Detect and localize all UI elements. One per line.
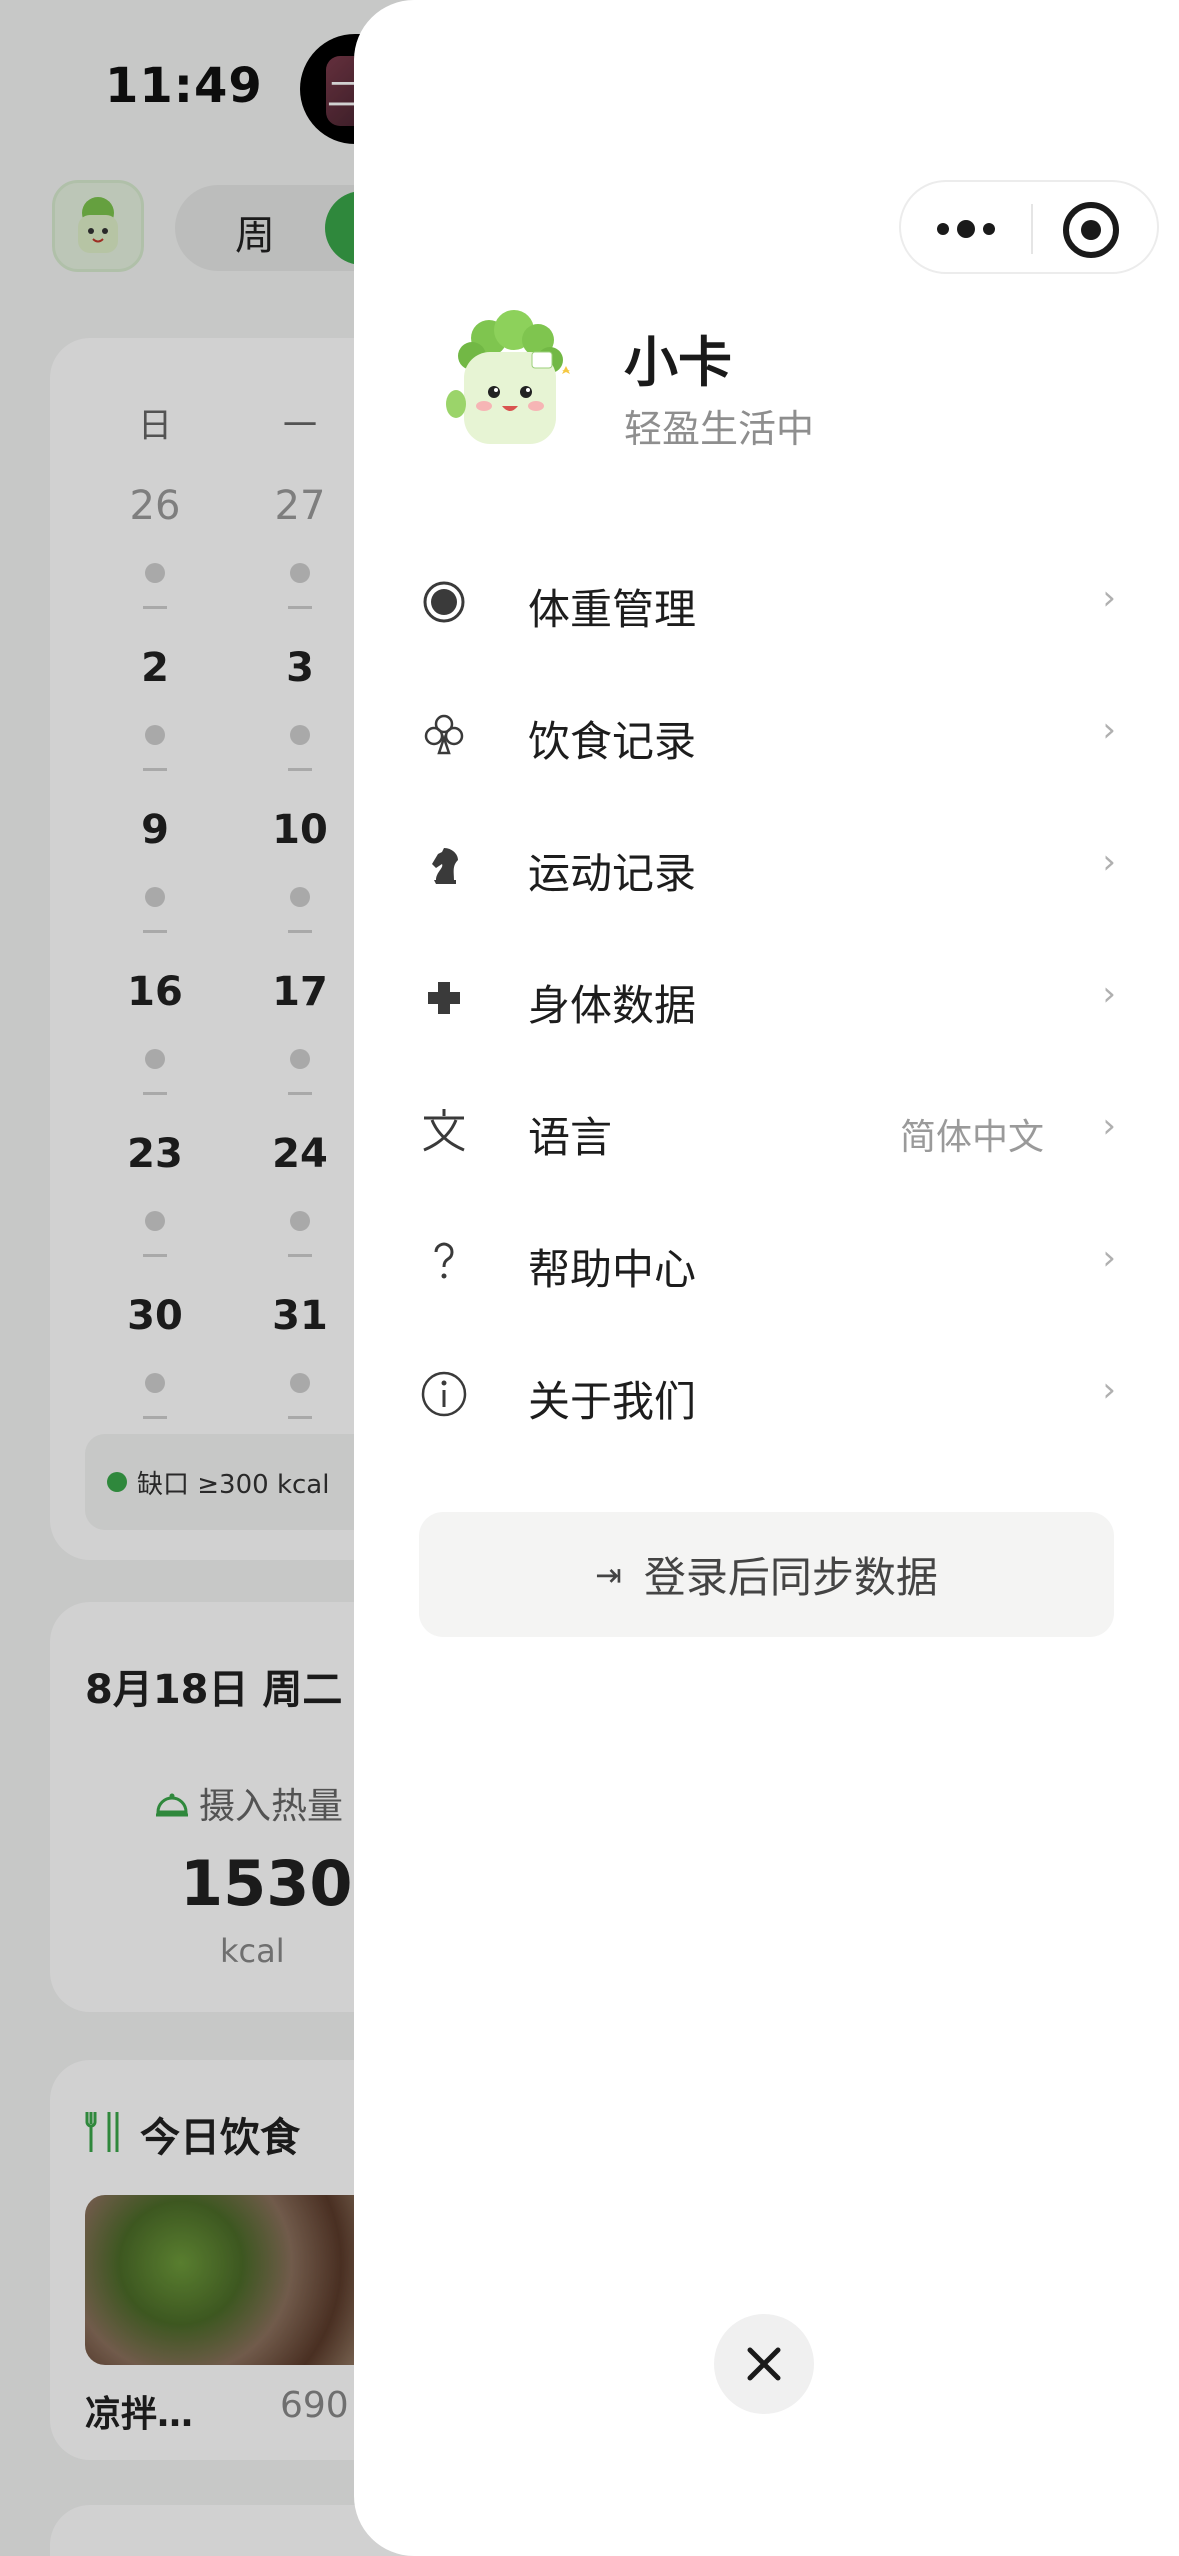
login-sync-label: 登录后同步数据 xyxy=(643,1553,938,1602)
capsule-divider xyxy=(1031,204,1033,254)
login-sync-button[interactable]: ⇥ 登录后同步数据 xyxy=(419,1512,1114,1637)
close-drawer-button[interactable] xyxy=(714,2314,814,2414)
chevron-right-icon: › xyxy=(1102,578,1116,618)
menu-item-label: 运动记录 xyxy=(528,849,697,898)
info-icon xyxy=(414,1364,474,1424)
mini-program-capsule xyxy=(899,180,1159,274)
profile-subtitle: 轻盈生活中 xyxy=(624,407,815,451)
menu-item-diet[interactable]: 饮食记录 › xyxy=(414,674,1124,794)
chevron-right-icon: › xyxy=(1102,1106,1116,1146)
menu-item-label: 饮食记录 xyxy=(528,717,697,766)
menu-item-value: 简体中文 xyxy=(899,1117,1044,1158)
more-button[interactable] xyxy=(926,202,1006,256)
question-icon xyxy=(414,1232,474,1292)
menu-item-label: 帮助中心 xyxy=(528,1245,697,1294)
knight-icon xyxy=(414,836,474,896)
chevron-right-icon: › xyxy=(1102,710,1116,750)
menu-item-exercise[interactable]: 运动记录 › xyxy=(414,806,1124,926)
menu-item-label: 语言 xyxy=(528,1113,613,1162)
profile-name[interactable]: 小卡 xyxy=(624,318,732,397)
chevron-right-icon: › xyxy=(1102,842,1116,882)
cross-icon xyxy=(414,968,474,1028)
login-arrow-icon: ⇥ xyxy=(595,1555,622,1594)
mascot-avatar xyxy=(446,310,570,444)
side-drawer: 小卡 轻盈生活中 体重管理 › 饮食记录 › 运动记录 › 身体数据 › 语言 xyxy=(354,0,1179,2556)
chevron-right-icon: › xyxy=(1102,974,1116,1014)
menu-item-body-data[interactable]: 身体数据 › xyxy=(414,938,1124,1058)
menu-item-weight[interactable]: 体重管理 › xyxy=(414,542,1124,662)
club-icon xyxy=(414,704,474,764)
menu-item-help[interactable]: 帮助中心 › xyxy=(414,1202,1124,1322)
language-icon xyxy=(414,1100,474,1160)
chevron-right-icon: › xyxy=(1102,1370,1116,1410)
menu-item-label: 体重管理 xyxy=(528,585,697,634)
menu-item-label: 身体数据 xyxy=(528,981,697,1030)
close-mini-program-button[interactable] xyxy=(1063,202,1119,258)
menu-item-label: 关于我们 xyxy=(528,1377,697,1426)
chevron-right-icon: › xyxy=(1102,1238,1116,1278)
record-icon xyxy=(414,572,474,632)
close-icon xyxy=(747,2347,781,2381)
menu-item-about[interactable]: 关于我们 › xyxy=(414,1334,1124,1454)
menu-item-language[interactable]: 语言 简体中文 › xyxy=(414,1070,1124,1190)
